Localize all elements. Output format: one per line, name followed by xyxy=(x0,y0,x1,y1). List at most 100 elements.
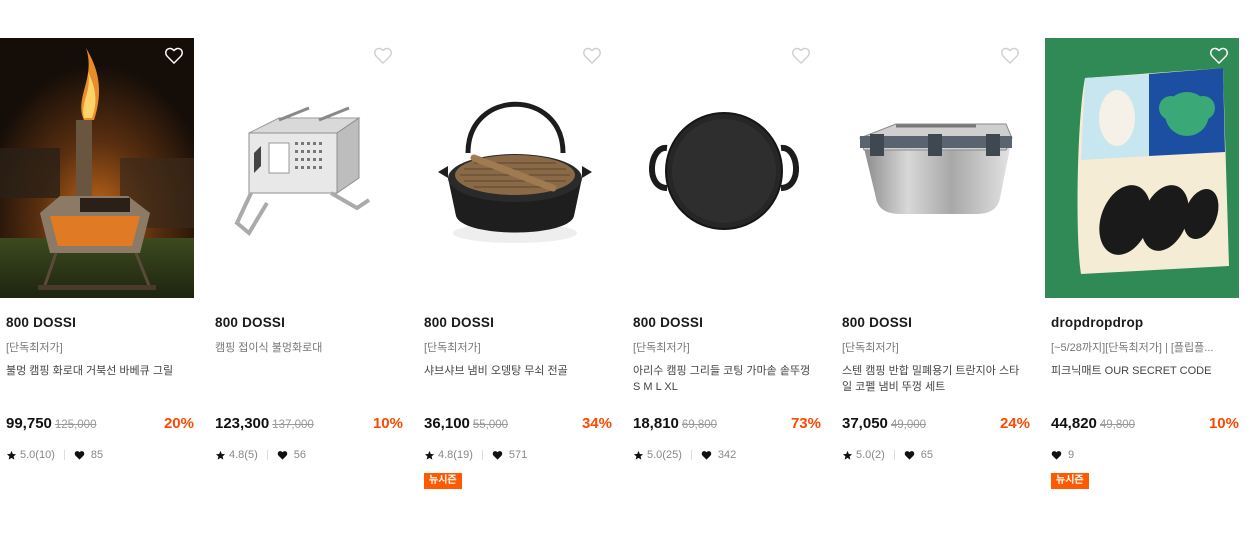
product-card[interactable]: 800 DOSSI 캠핑 접이식 불멍화로대 123,300 137,000 1… xyxy=(209,38,403,461)
heart-icon[interactable] xyxy=(164,46,184,66)
original-price: 49,000 xyxy=(890,419,927,431)
price-row: 36,100 55,000 34% xyxy=(424,415,612,432)
heart-icon[interactable] xyxy=(791,46,811,66)
discount-rate: 24% xyxy=(999,415,1030,432)
rating: 5.0(10) xyxy=(20,449,55,461)
heart-icon[interactable] xyxy=(1209,46,1229,66)
heart-filled-icon xyxy=(277,450,287,460)
griddle-photo xyxy=(649,112,799,230)
price-row: 18,810 69,800 73% xyxy=(633,415,821,432)
product-name[interactable]: 샤브샤브 냄비 오뎅탕 무쇠 전골 xyxy=(418,363,610,397)
discount-rate: 10% xyxy=(1208,415,1239,432)
folding-fire-pit-photo xyxy=(234,106,371,237)
price-row: 44,820 49,800 10% xyxy=(1051,415,1239,432)
sale-price: 123,300 xyxy=(215,415,270,432)
product-meta: 9 xyxy=(1051,449,1074,461)
product-subtitle[interactable]: [단독최저가] xyxy=(627,339,819,355)
sale-price: 36,100 xyxy=(424,415,470,432)
product-image[interactable] xyxy=(1045,38,1239,298)
divider xyxy=(63,450,65,460)
product-image[interactable] xyxy=(627,38,821,298)
price-row: 99,750 125,000 20% xyxy=(6,415,194,432)
product-image[interactable] xyxy=(209,38,403,298)
product-meta: 5.0(2) 65 xyxy=(842,449,933,461)
discount-rate: 20% xyxy=(163,415,194,432)
product-card[interactable]: 800 DOSSI [단독최저가] 스텐 캠핑 반합 밀폐용기 트란지아 스타일… xyxy=(836,38,1030,461)
rating: 4.8(5) xyxy=(229,449,258,461)
product-brand[interactable]: dropdropdrop xyxy=(1045,315,1239,330)
product-image[interactable] xyxy=(0,38,194,298)
product-card[interactable]: dropdropdrop [~5/28까지][단독최저가] | [플립플... … xyxy=(1045,38,1239,489)
product-brand[interactable]: 800 DOSSI xyxy=(836,315,1030,330)
product-name[interactable]: 스텐 캠핑 반합 밀폐용기 트란지아 스타일 코펠 냄비 뚜껑 세트 xyxy=(836,363,1028,397)
heart-icon[interactable] xyxy=(373,46,393,66)
product-brand[interactable]: 800 DOSSI xyxy=(418,315,612,330)
heart-icon[interactable] xyxy=(582,46,602,66)
original-price: 49,800 xyxy=(1099,419,1136,431)
divider xyxy=(266,450,268,460)
like-count: 342 xyxy=(717,449,737,461)
product-card[interactable]: 800 DOSSI [단독최저가] 불멍 캠핑 화로대 거북선 바베큐 그릴 9… xyxy=(0,38,194,461)
star-icon xyxy=(842,450,853,460)
product-card[interactable]: 800 DOSSI [단독최저가] 샤브샤브 냄비 오뎅탕 무쇠 전골 36,1… xyxy=(418,38,612,489)
discount-rate: 73% xyxy=(790,415,821,432)
fire-pit-photo xyxy=(0,38,194,298)
star-icon xyxy=(215,450,226,460)
divider xyxy=(893,450,895,460)
discount-rate: 34% xyxy=(581,415,612,432)
product-image[interactable] xyxy=(418,38,612,298)
original-price: 69,800 xyxy=(681,419,718,431)
product-brand[interactable]: 800 DOSSI xyxy=(0,315,194,330)
product-brand[interactable]: 800 DOSSI xyxy=(209,315,403,330)
sale-price: 37,050 xyxy=(842,415,888,432)
discount-rate: 10% xyxy=(372,415,403,432)
product-subtitle[interactable]: [단독최저가] xyxy=(836,339,1028,355)
new-season-badge: 뉴시즌 xyxy=(1051,473,1089,489)
heart-filled-icon xyxy=(492,450,503,460)
divider xyxy=(481,450,483,460)
heart-filled-icon xyxy=(701,450,712,460)
heart-filled-icon xyxy=(1051,450,1062,460)
star-icon xyxy=(424,450,435,460)
product-card[interactable]: 800 DOSSI [단독최저가] 아리수 캠핑 그리들 코팅 가마솥 솥뚜껑 … xyxy=(627,38,821,461)
new-season-badge: 뉴시즌 xyxy=(424,473,462,489)
product-subtitle[interactable]: [~5/28까지][단독최저가] | [플립플... xyxy=(1045,339,1237,355)
heart-icon[interactable] xyxy=(1000,46,1020,66)
product-meta: 5.0(25) 342 xyxy=(633,449,736,461)
price-row: 123,300 137,000 10% xyxy=(215,415,403,432)
divider xyxy=(690,450,692,460)
star-icon xyxy=(633,450,644,460)
product-subtitle[interactable]: 캠핑 접이식 불멍화로대 xyxy=(209,339,401,355)
sale-price: 44,820 xyxy=(1051,415,1097,432)
rating: 5.0(2) xyxy=(856,449,885,461)
rating: 5.0(25) xyxy=(647,449,682,461)
sale-price: 99,750 xyxy=(6,415,52,432)
like-count: 85 xyxy=(90,449,104,461)
like-count: 571 xyxy=(508,449,528,461)
product-name[interactable]: 아리수 캠핑 그리들 코팅 가마솥 솥뚜껑 S M L XL xyxy=(627,363,819,397)
product-name[interactable] xyxy=(209,363,401,397)
like-count: 65 xyxy=(920,449,933,461)
heart-filled-icon xyxy=(74,450,85,460)
sale-price: 18,810 xyxy=(633,415,679,432)
picnic-mat-photo xyxy=(1045,38,1239,298)
like-count: 56 xyxy=(293,449,306,461)
product-meta: 4.8(19) 571 xyxy=(424,449,527,461)
original-price: 125,000 xyxy=(54,419,97,431)
product-image[interactable] xyxy=(836,38,1030,298)
star-icon xyxy=(6,450,17,460)
heart-filled-icon xyxy=(904,450,914,460)
like-count: 9 xyxy=(1068,449,1075,461)
product-meta: 4.8(5) 56 xyxy=(215,449,306,461)
stainless-container-photo xyxy=(859,123,1013,214)
product-subtitle[interactable]: [단독최저가] xyxy=(0,339,192,355)
product-name[interactable]: 피크닉매트 OUR SECRET CODE xyxy=(1045,363,1237,397)
price-row: 37,050 49,000 24% xyxy=(842,415,1030,432)
rating: 4.8(19) xyxy=(438,449,473,461)
product-subtitle[interactable]: [단독최저가] xyxy=(418,339,610,355)
original-price: 137,000 xyxy=(272,419,314,431)
product-meta: 5.0(10) 85 xyxy=(6,449,103,461)
original-price: 55,000 xyxy=(472,419,509,431)
product-brand[interactable]: 800 DOSSI xyxy=(627,315,821,330)
product-name[interactable]: 불멍 캠핑 화로대 거북선 바베큐 그릴 xyxy=(0,363,192,397)
